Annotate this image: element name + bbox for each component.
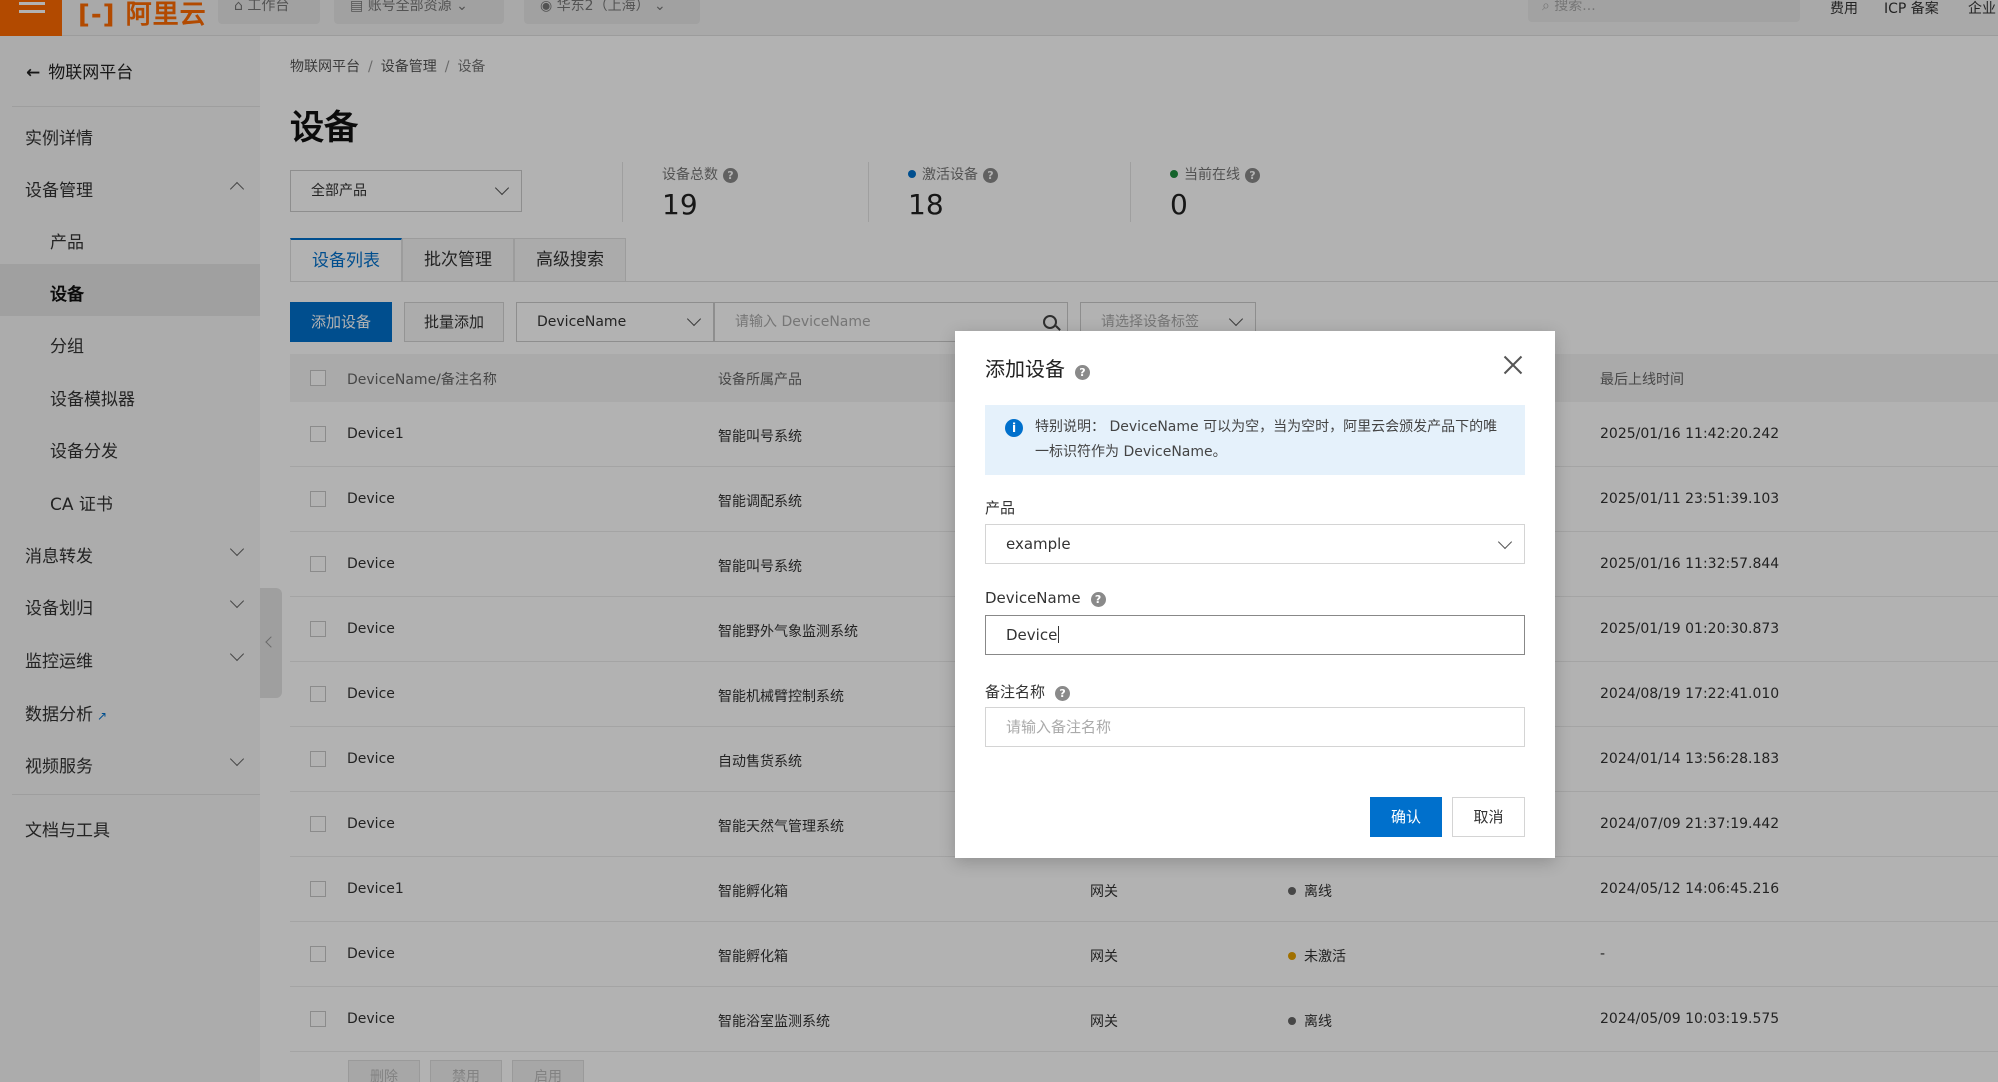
info-icon: i (1005, 419, 1023, 437)
confirm-button[interactable]: 确认 (1370, 797, 1442, 837)
notice-banner: i 特别说明： DeviceName 可以为空，当为空时，阿里云会颁发产品下的唯… (985, 405, 1525, 475)
notice-text: 特别说明： DeviceName 可以为空，当为空时，阿里云会颁发产品下的唯一标… (1035, 419, 1498, 460)
text-cursor (1058, 626, 1060, 643)
close-icon[interactable] (1503, 355, 1523, 375)
chevron-down-icon (1497, 534, 1513, 550)
alias-input[interactable]: 请输入备注名称 (985, 707, 1525, 747)
help-icon[interactable]: ? (1090, 592, 1106, 607)
help-icon[interactable]: ? (1055, 686, 1071, 701)
product-select[interactable]: example (985, 524, 1525, 564)
cancel-button[interactable]: 取消 (1452, 797, 1525, 837)
product-field-label: 产品 (985, 499, 1016, 517)
dialog-title: 添加设备? (985, 353, 1090, 382)
alias-field-label: 备注名称? (985, 681, 1071, 702)
add-device-dialog: 添加设备? i 特别说明： DeviceName 可以为空，当为空时，阿里云会颁… (955, 331, 1555, 858)
devicename-input[interactable]: Device (985, 615, 1525, 655)
devicename-field-label: DeviceName? (985, 589, 1106, 607)
help-icon[interactable]: ? (1075, 365, 1090, 380)
